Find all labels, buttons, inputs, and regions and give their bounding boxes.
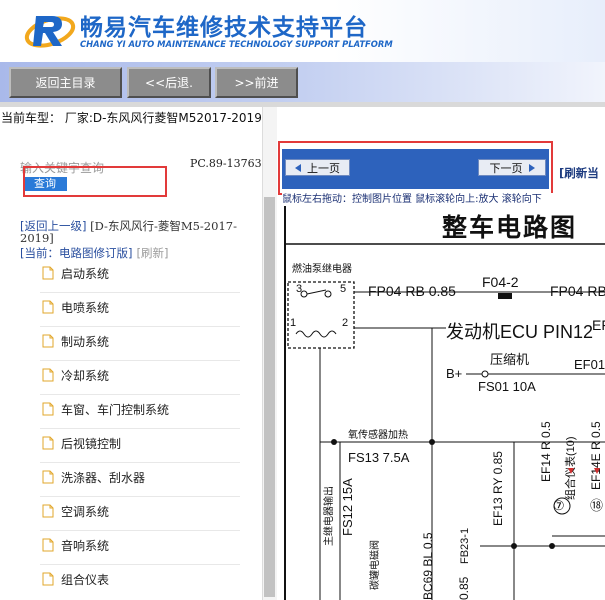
fs01-label: FS01 10A	[478, 379, 536, 394]
junction	[511, 543, 517, 549]
o2-label: 氧传感器加热	[348, 428, 408, 441]
toolbar: 返回主目录 <<后退. >>前进	[0, 62, 605, 107]
fb23-label: FB23-1	[459, 528, 471, 564]
brand-title: 畅易汽车维修技术支持平台	[80, 15, 368, 41]
relay-coil	[295, 330, 337, 338]
home-button[interactable]: 返回主目录	[9, 67, 122, 98]
gauge-085-label: 0.85	[457, 576, 471, 600]
document-icon	[42, 300, 54, 314]
pin-18: ⑱	[590, 498, 603, 513]
f04-2-label: F04-2	[482, 274, 519, 290]
pin-2: 2	[342, 317, 348, 329]
fs13-label: FS13 7.5A	[348, 450, 410, 465]
viewer-refresh-link[interactable]: [刷新当	[559, 165, 599, 181]
tree-item-audio-system[interactable]: 音响系统	[42, 530, 242, 560]
terminal	[481, 370, 489, 378]
document-icon	[42, 538, 54, 552]
tree-item-cooling-system[interactable]: 冷却系统	[42, 360, 242, 390]
viewer-hint: 鼠标左右拖动：控制图片位置 鼠标滚轮向上:放大 滚轮向下	[282, 193, 605, 206]
brand-subtitle: CHANG YI AUTO MAINTENANCE TECHNOLOGY SUP…	[80, 39, 393, 49]
app-window: 畅易汽车维修技术支持平台 CHANG YI AUTO MAINTENANCE T…	[0, 0, 605, 600]
pin-7: ⑦	[553, 498, 565, 513]
junction	[331, 439, 337, 445]
tree-item-label: 后视镜控制	[61, 436, 122, 451]
scrollbar-thumb[interactable]	[264, 197, 275, 597]
page-code: PC.89-13763	[190, 157, 262, 170]
bplus-label: B+	[446, 366, 462, 381]
c69-label: BC69 BL 0.5	[421, 532, 435, 600]
tree-item-label: 音响系统	[61, 538, 110, 553]
tree-item-window-door-control[interactable]: 车窗、车门控制系统	[42, 394, 242, 424]
tree-item-start-system[interactable]: 启动系统	[42, 258, 242, 288]
fs12-label: FS12 15A	[340, 478, 355, 536]
highlight-box-efi	[23, 166, 167, 197]
ef14e-label: EF14E R 0.5	[589, 421, 603, 490]
highlight-box-page-nav	[278, 141, 553, 195]
tree-item-label: 组合仪表	[61, 572, 110, 587]
wiring-diagram-image[interactable]: 燃油泵继电器 3 5 1 2 FP04 RB 0.85 F04-2 FP04 R…	[282, 206, 605, 600]
document-icon	[42, 402, 54, 416]
tree-item-label: 洗涤器、刮水器	[61, 470, 146, 485]
ef13-label: EF13 RY 0.85	[491, 451, 505, 526]
relay-switch	[306, 289, 327, 295]
document-icon	[42, 334, 54, 348]
tree-item-air-conditioning[interactable]: 空调系统	[42, 496, 242, 526]
tree-item-label: 车窗、车门控制系统	[61, 402, 170, 417]
brand-logo-icon	[24, 16, 76, 48]
fp04-right-label: FP04 RB	[550, 283, 605, 299]
document-icon	[42, 504, 54, 518]
tree-item-washer-wiper[interactable]: 洗涤器、刮水器	[42, 462, 242, 492]
tree-item-mirror-control[interactable]: 后视镜控制	[42, 428, 242, 458]
tree-item-efi-system[interactable]: 电喷系统	[42, 292, 242, 322]
ef01-label: EF01	[574, 357, 605, 372]
document-icon	[42, 470, 54, 484]
tree-item-label: 电喷系统	[61, 300, 110, 315]
tree-item-label: 制动系统	[61, 334, 110, 349]
canister-label: 碳罐电磁阀	[368, 540, 381, 590]
document-icon	[42, 436, 54, 450]
compressor-label: 压缩机	[490, 352, 529, 367]
junction	[549, 543, 555, 549]
tree-item-label: 空调系统	[61, 504, 110, 519]
main-relay-label: 主继电器输出	[322, 486, 335, 546]
document-icon	[42, 368, 54, 382]
back-button[interactable]: <<后退.	[127, 67, 211, 98]
tree-item-label: 启动系统	[61, 266, 110, 281]
relay-label: 燃油泵继电器	[292, 262, 352, 275]
tree-item-label: 冷却系统	[61, 368, 110, 383]
tree-item-instrument-cluster[interactable]: 组合仪表	[42, 564, 242, 594]
pin-5: 5	[340, 283, 346, 295]
ef-label: EF	[592, 317, 605, 333]
diagram-title: 整车电路图	[442, 213, 578, 242]
document-icon	[42, 572, 54, 586]
ecu-label: 发动机ECU PIN12	[446, 322, 593, 342]
pin-1: 1	[290, 317, 296, 329]
forward-button[interactable]: >>前进	[215, 67, 298, 98]
junction	[429, 439, 435, 445]
relay-contact	[324, 290, 332, 298]
ef14r-label: EF14 R 0.5	[539, 421, 553, 482]
fp04-left-label: FP04 RB 0.85	[368, 283, 456, 299]
current-model-text: 当前车型： 厂家:D-东风风行菱智M52017-2019	[0, 107, 605, 129]
header: 畅易汽车维修技术支持平台 CHANG YI AUTO MAINTENANCE T…	[0, 0, 605, 62]
tree-item-brake-system[interactable]: 制动系统	[42, 326, 242, 356]
document-icon	[42, 266, 54, 280]
breadcrumb: [返回上一级] [D-东风风行-菱智M5-2017-2019]	[20, 220, 252, 244]
connector	[498, 293, 512, 299]
